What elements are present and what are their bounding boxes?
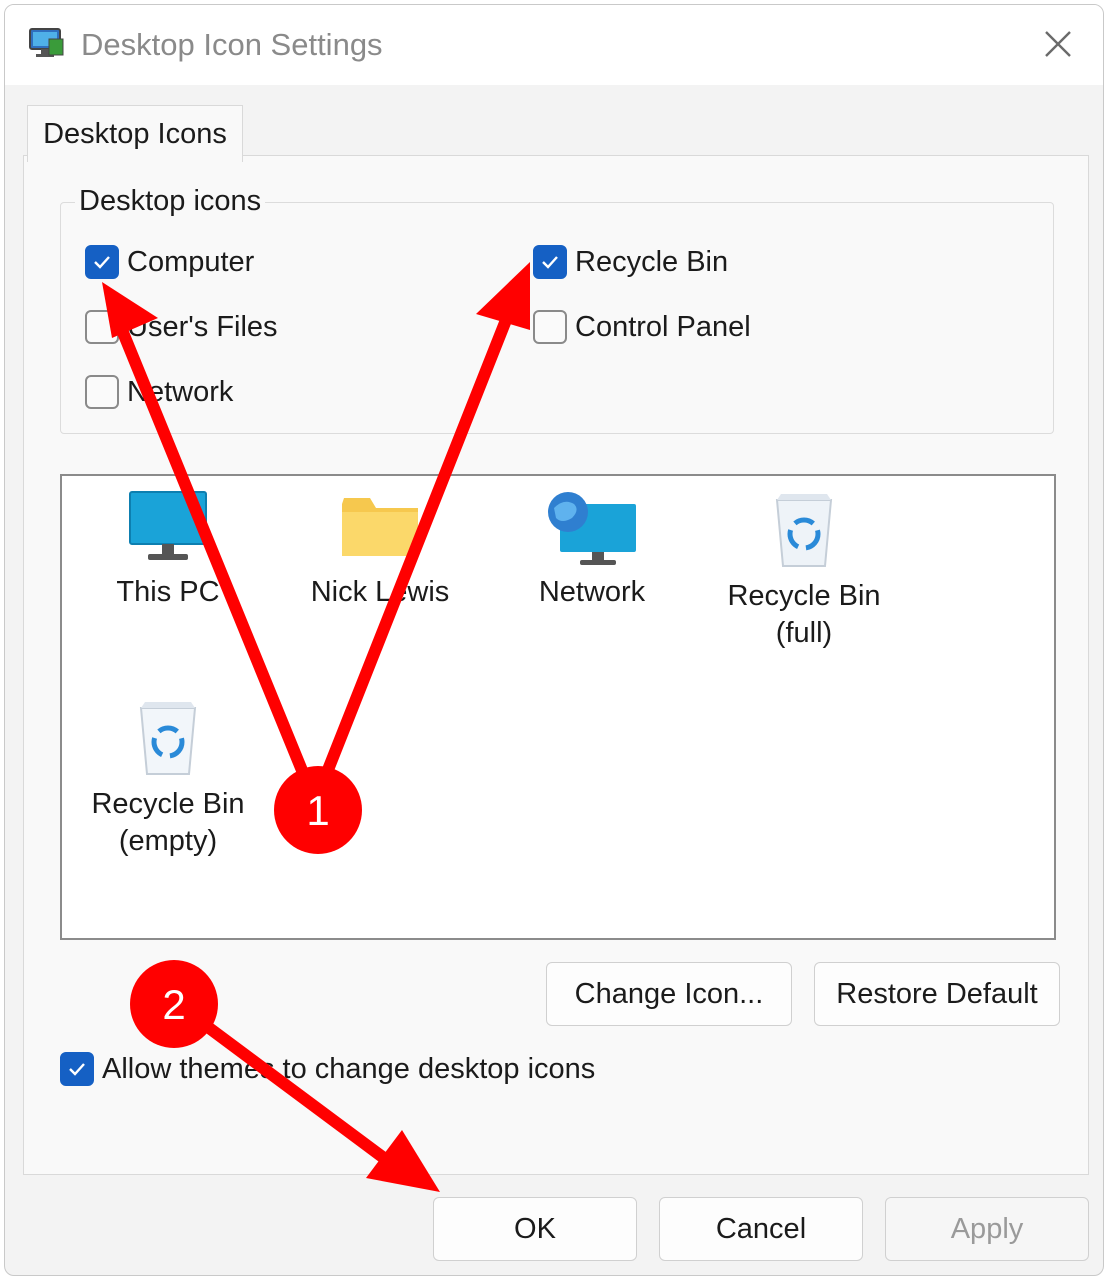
recycle-bin-empty-icon — [139, 702, 197, 775]
checkbox-label: Computer — [127, 245, 255, 278]
checkbox-computer[interactable]: Computer — [85, 245, 254, 279]
close-icon — [1045, 31, 1071, 57]
icon-recycle-bin-empty[interactable]: Recycle Bin (empty) — [68, 698, 268, 860]
icon-user-folder[interactable]: Nick Lewis — [280, 490, 480, 611]
change-icon-button[interactable]: Change Icon... — [546, 962, 792, 1026]
icon-label: This PC — [116, 576, 220, 608]
checkbox-box[interactable] — [85, 375, 119, 409]
checkmark-icon — [69, 1063, 85, 1076]
icon-sublabel: (empty) — [118, 825, 218, 857]
checkbox-users-files[interactable]: User's Files — [85, 310, 278, 344]
tab-desktop-icons[interactable]: Desktop Icons — [27, 105, 243, 162]
checkbox-label: User's Files — [127, 310, 278, 343]
monitor-icon — [129, 491, 207, 560]
dialog-window: Desktop Icon Settings Desktop Icons Desk… — [4, 4, 1104, 1276]
tab-panel: Desktop icons Computer User's Files Netw… — [23, 155, 1089, 1175]
checkbox-box[interactable] — [533, 245, 567, 279]
icon-label: Recycle Bin — [727, 580, 881, 612]
checkmark-icon — [94, 256, 110, 269]
restore-default-button[interactable]: Restore Default — [814, 962, 1060, 1026]
checkbox-recycle-bin[interactable]: Recycle Bin — [533, 245, 728, 279]
checkbox-box[interactable] — [85, 245, 119, 279]
desktop-icons-group: Desktop icons Computer User's Files Netw… — [60, 185, 1054, 434]
folder-icon — [342, 498, 418, 556]
icon-label: Network — [538, 576, 646, 608]
monitor-settings-icon — [29, 28, 64, 57]
title-bar: Desktop Icon Settings — [5, 5, 1103, 85]
group-legend: Desktop icons — [75, 185, 266, 218]
checkbox-box[interactable] — [533, 310, 567, 344]
recycle-bin-full-icon — [775, 494, 833, 567]
checkbox-allow-themes[interactable]: Allow themes to change desktop icons — [60, 1052, 595, 1086]
icon-recycle-bin-full[interactable]: Recycle Bin (full) — [704, 490, 904, 652]
checkbox-label: Network — [127, 375, 234, 408]
cancel-button[interactable]: Cancel — [659, 1197, 863, 1261]
ok-button[interactable]: OK — [433, 1197, 637, 1261]
icon-label: Recycle Bin — [91, 788, 245, 820]
icon-network[interactable]: Network — [492, 490, 692, 611]
checkbox-label: Allow themes to change desktop icons — [102, 1052, 596, 1085]
close-button[interactable] — [1035, 21, 1081, 67]
icon-label: Nick Lewis — [310, 576, 450, 608]
checkbox-label: Recycle Bin — [575, 245, 729, 278]
checkbox-box[interactable] — [85, 310, 119, 344]
tab-label: Desktop Icons — [43, 117, 227, 150]
checkbox-label: Control Panel — [575, 310, 751, 343]
icon-this-pc[interactable]: This PC — [68, 490, 268, 611]
checkmark-icon — [542, 256, 558, 269]
checkbox-network[interactable]: Network — [85, 375, 233, 409]
icon-preview-list[interactable]: This PC Nick Lewis Network Recycle Bin (… — [60, 474, 1056, 940]
checkbox-control-panel[interactable]: Control Panel — [533, 310, 751, 344]
icon-sublabel: (full) — [775, 617, 833, 649]
window-title: Desktop Icon Settings — [81, 27, 383, 62]
network-icon — [548, 492, 636, 565]
apply-button[interactable]: Apply — [885, 1197, 1089, 1261]
checkbox-box[interactable] — [60, 1052, 94, 1086]
